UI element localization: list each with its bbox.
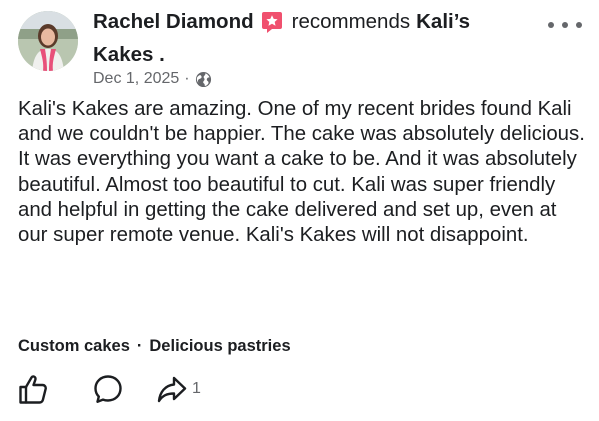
- more-dot-icon: [548, 22, 554, 28]
- post-date[interactable]: Dec 1, 2025: [93, 68, 179, 90]
- recommendation-tags: Custom cakes · Delicious pastries: [18, 335, 291, 357]
- post-meta: Dec 1, 2025 ·: [93, 68, 212, 90]
- meta-separator: ·: [184, 70, 190, 87]
- review-body: Kali's Kakes are amazing. One of my rece…: [18, 98, 585, 247]
- more-dot-icon: [562, 22, 568, 28]
- share-icon: [157, 376, 187, 403]
- post-header-continued: Kakes .: [93, 42, 165, 68]
- page-name-link-continued[interactable]: Kakes .: [93, 43, 165, 66]
- share-button[interactable]: 1: [156, 373, 201, 405]
- avatar-photo: [18, 11, 78, 71]
- share-count: 1: [192, 380, 201, 397]
- thumbs-up-icon: [19, 375, 47, 404]
- tag-separator: ·: [136, 337, 143, 355]
- comment-icon: [94, 375, 122, 403]
- globe-icon: [195, 71, 212, 88]
- action-bar: 1: [18, 371, 201, 407]
- page-name-link[interactable]: Kali’s: [416, 9, 470, 35]
- recommend-star-icon: [260, 10, 284, 34]
- comment-button[interactable]: [92, 373, 124, 405]
- more-options-button[interactable]: [548, 14, 582, 36]
- tag-custom-cakes[interactable]: Custom cakes: [18, 335, 130, 357]
- more-dot-icon: [576, 22, 582, 28]
- tag-delicious-pastries[interactable]: Delicious pastries: [149, 335, 290, 357]
- like-button[interactable]: [18, 373, 48, 405]
- author-name[interactable]: Rachel Diamond: [93, 9, 254, 35]
- recommends-text: recommends: [291, 10, 411, 33]
- post-header: Rachel Diamond recommends Kali’s: [93, 9, 470, 35]
- avatar[interactable]: [18, 11, 78, 71]
